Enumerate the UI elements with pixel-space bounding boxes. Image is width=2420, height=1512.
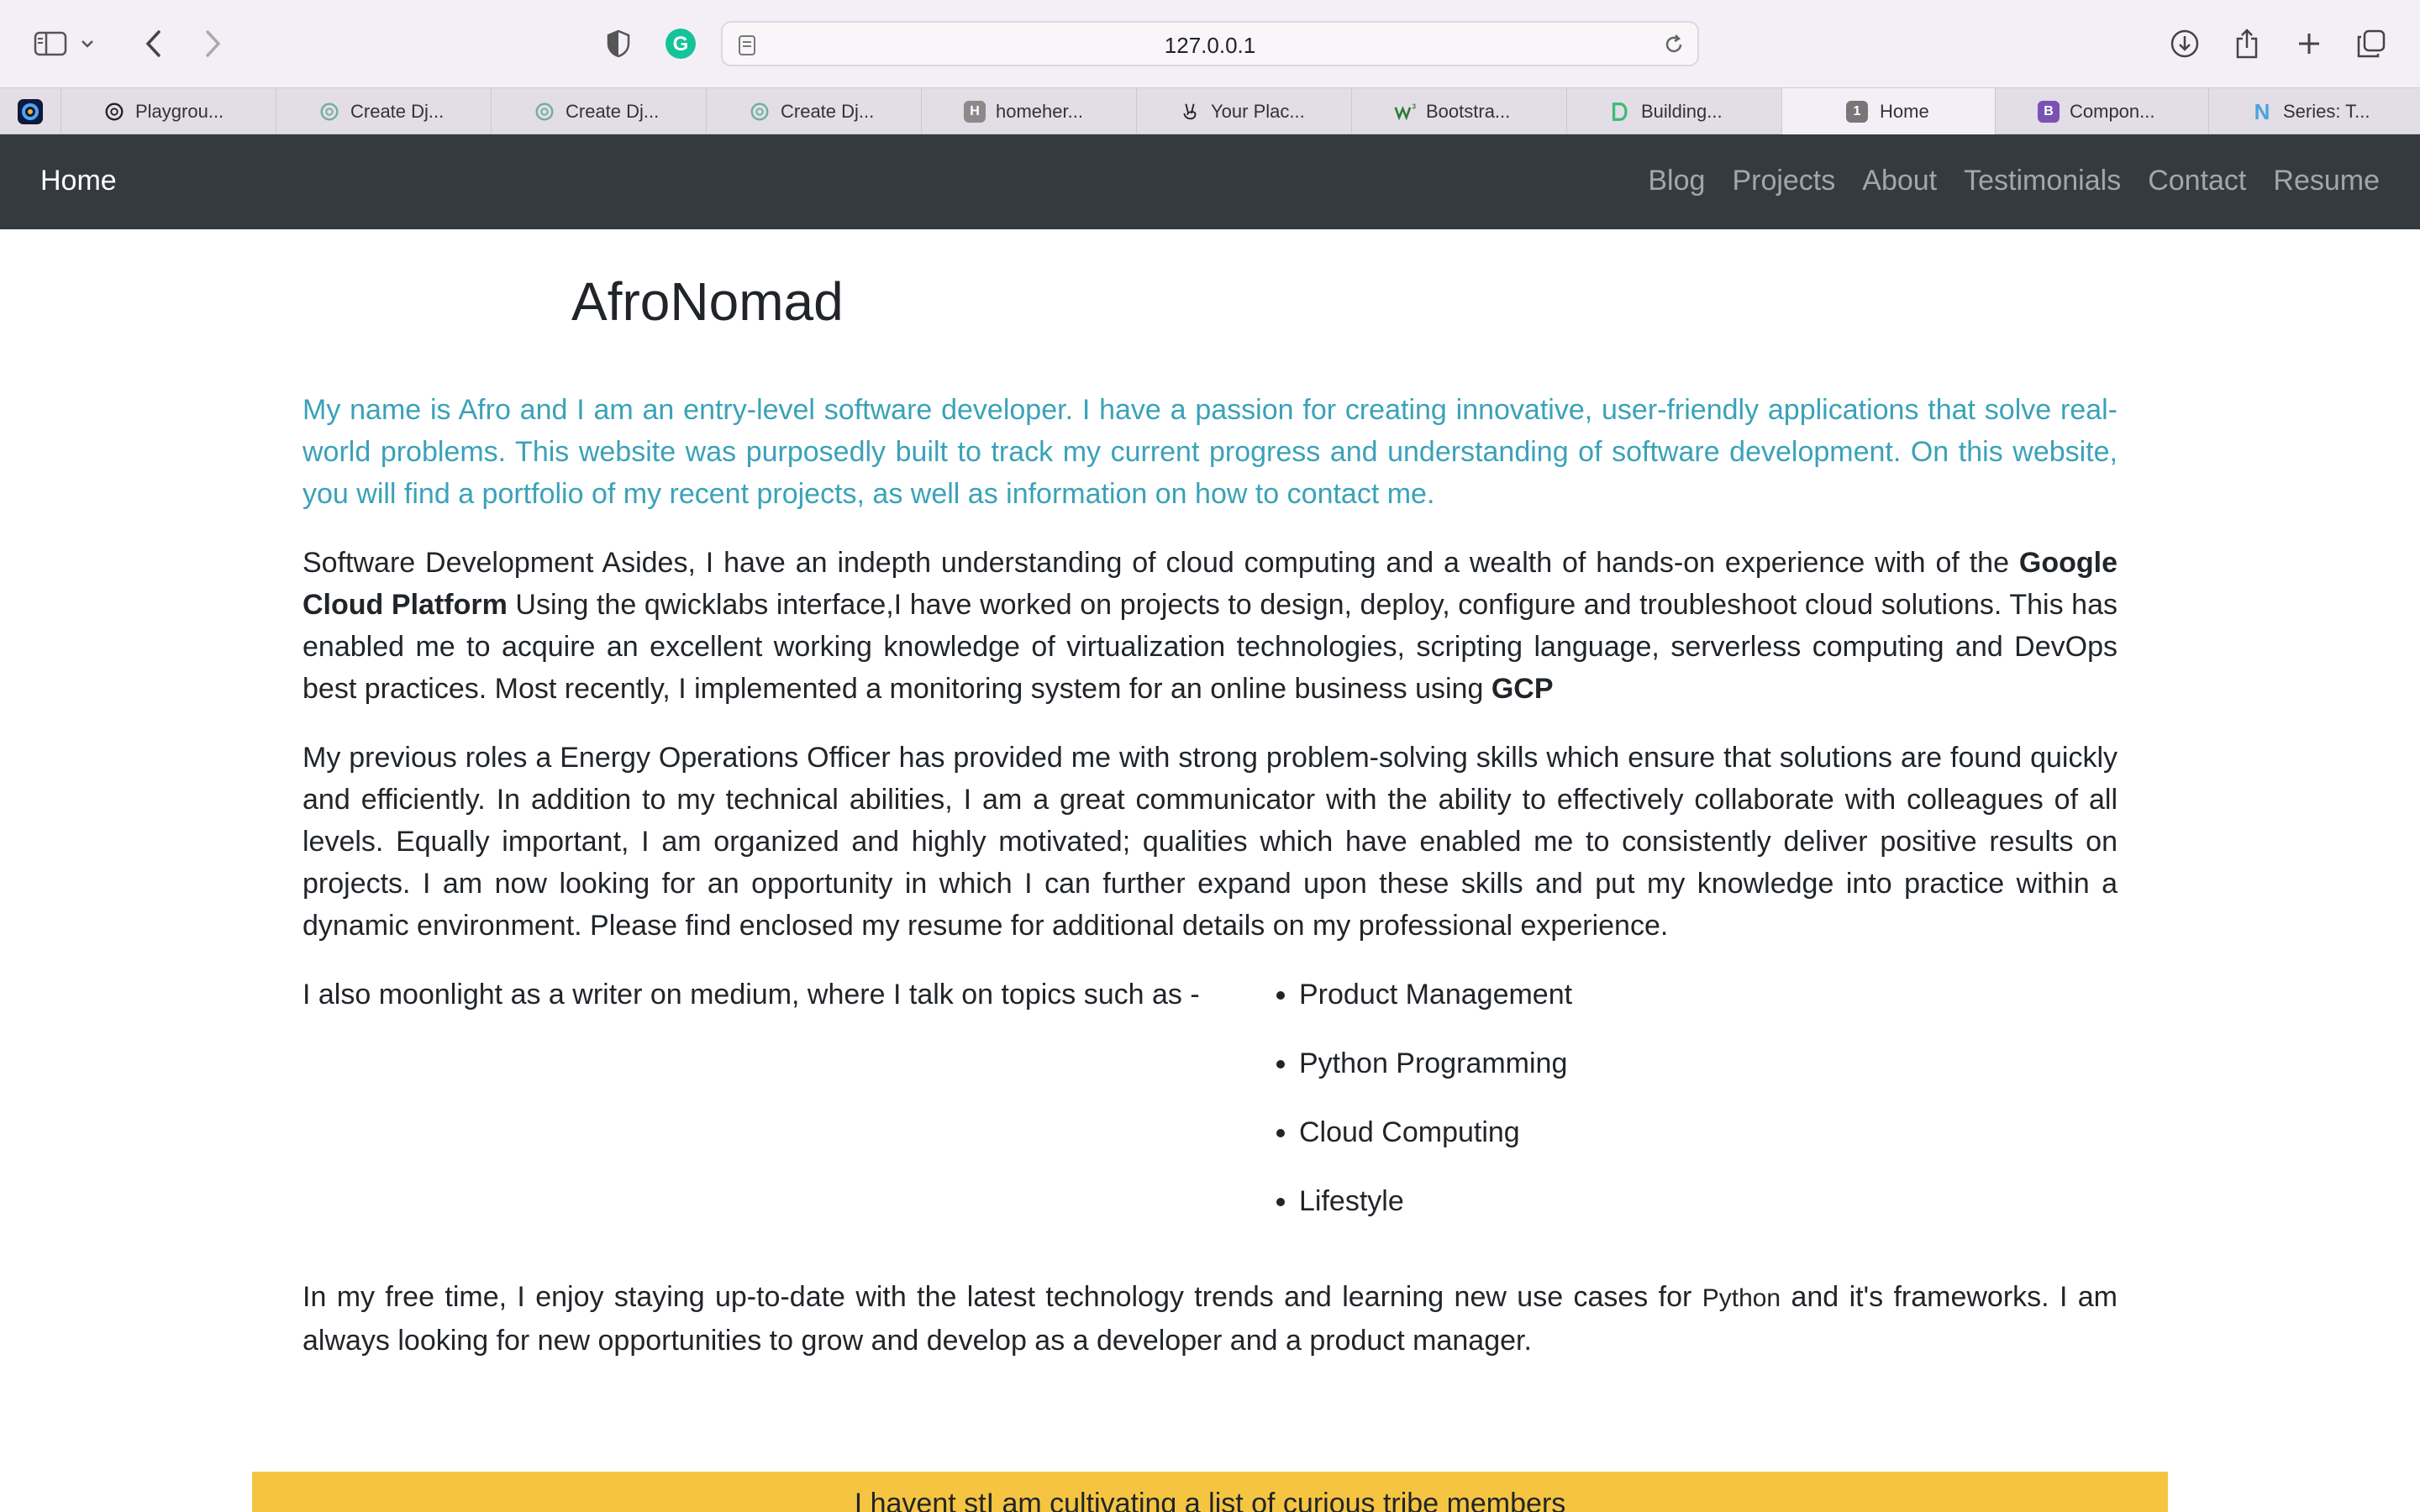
- tab-series[interactable]: N Series: T...: [2208, 88, 2420, 134]
- letter-h-icon: H: [964, 101, 986, 123]
- banner-text: I havent stI am cultivating a list of cu…: [854, 1488, 1566, 1512]
- pinned-tab[interactable]: [0, 88, 60, 134]
- reload-icon[interactable]: [1662, 33, 1686, 56]
- free-time-text-1: In my free time, I enjoy staying up-to-d…: [302, 1281, 1702, 1313]
- chatgpt-icon: [320, 102, 339, 121]
- tab-label: Playgrou...: [135, 100, 224, 122]
- d-icon: [1612, 102, 1628, 121]
- gcp-bold: GCP: [1491, 673, 1554, 705]
- privacy-shield-button[interactable]: [592, 18, 645, 69]
- intro-paragraph: My name is Afro and I am an entry-level …: [302, 394, 2118, 510]
- nav-link-blog[interactable]: Blog: [1648, 165, 1705, 197]
- bootstrap-icon: B: [2038, 101, 2060, 123]
- download-icon: [2170, 29, 2199, 58]
- tab-components[interactable]: B Compon...: [1995, 88, 2208, 134]
- chevron-right-icon: [206, 30, 221, 57]
- chatgpt-icon: [535, 102, 554, 121]
- nav-link-testimonials[interactable]: Testimonials: [1964, 165, 2121, 197]
- tab-homeher[interactable]: H homeher...: [921, 88, 1136, 134]
- tab-building[interactable]: Building...: [1566, 88, 1781, 134]
- sidebar-toggle-button[interactable]: [24, 18, 77, 69]
- nav-link-about[interactable]: About: [1862, 165, 1937, 197]
- tab-create-dj-2[interactable]: Create Dj...: [491, 88, 706, 134]
- page-title: AfroNomad: [571, 271, 844, 332]
- tab-label: Home: [1880, 100, 1929, 122]
- shield-icon: [607, 29, 630, 58]
- angellist-icon: [1183, 103, 1197, 120]
- plus-icon: [2299, 34, 2319, 54]
- tab-label: Create Dj...: [781, 100, 875, 122]
- python-code-word: Python: [1702, 1284, 1781, 1312]
- pinned-app-icon: [18, 98, 43, 124]
- share-button[interactable]: [2220, 18, 2274, 69]
- url-text: 127.0.0.1: [1164, 33, 1256, 58]
- sidebar-icon: [34, 31, 67, 56]
- nav-link-projects[interactable]: Projects: [1732, 165, 1835, 197]
- sidebar-menu-chevron[interactable]: [72, 18, 103, 69]
- browser-toolbar: G 127.0.0.1: [0, 0, 2420, 87]
- chatgpt-icon: [750, 102, 769, 121]
- tab-overview-button[interactable]: [2344, 18, 2398, 69]
- back-button[interactable]: [126, 18, 180, 69]
- navbar-brand-home[interactable]: Home: [40, 165, 117, 197]
- address-bar[interactable]: 127.0.0.1: [721, 21, 1699, 66]
- share-icon: [2236, 29, 2258, 59]
- tab-label: Building...: [1641, 100, 1723, 122]
- tab-create-dj-3[interactable]: Create Dj...: [706, 88, 921, 134]
- chevron-down-icon: [82, 40, 93, 48]
- svg-text:3: 3: [1413, 103, 1416, 111]
- tab-label: Bootstra...: [1426, 100, 1511, 122]
- n-icon: N: [2254, 98, 2270, 124]
- tab-your-place[interactable]: Your Plac...: [1136, 88, 1351, 134]
- nav-links: Blog Projects About Testimonials Contact…: [1648, 165, 2380, 197]
- openai-icon: [105, 102, 124, 121]
- cloud-text-2: Using the qwicklabs interface,I have wor…: [302, 589, 2118, 705]
- topics-list: Product Management Python Programming Cl…: [1260, 974, 1572, 1249]
- tab-label: homeher...: [996, 100, 1083, 122]
- downloads-button[interactable]: [2158, 18, 2212, 69]
- tab-label: Your Plac...: [1211, 100, 1305, 122]
- tab-playground[interactable]: Playgrou...: [60, 88, 276, 134]
- list-item: Cloud Computing: [1299, 1111, 1572, 1153]
- main-content: My name is Afro and I am an entry-level …: [302, 389, 2118, 1389]
- tab-create-dj-1[interactable]: Create Dj...: [276, 88, 491, 134]
- free-time-paragraph: In my free time, I enjoy staying up-to-d…: [302, 1276, 2118, 1362]
- tab-label: Create Dj...: [350, 100, 445, 122]
- list-item: Python Programming: [1299, 1042, 1572, 1084]
- svg-text:G: G: [673, 33, 689, 55]
- grammarly-extension-button[interactable]: G: [654, 18, 708, 69]
- chevron-left-icon: [145, 30, 160, 57]
- previous-roles-paragraph: My previous roles a Energy Operations Of…: [302, 742, 2118, 942]
- list-item: Product Management: [1299, 974, 1572, 1016]
- forward-button[interactable]: [187, 18, 240, 69]
- number-1-icon: 1: [1846, 101, 1868, 123]
- new-tab-button[interactable]: [2282, 18, 2336, 69]
- topics-intro: I also moonlight as a writer on medium, …: [302, 979, 1200, 1011]
- cloud-text-1: Software Development Asides, I have an i…: [302, 547, 2019, 579]
- tab-overview-icon: [2357, 29, 2386, 58]
- site-navbar: Home Blog Projects About Testimonials Co…: [0, 134, 2420, 229]
- tab-home[interactable]: 1 Home: [1781, 88, 1995, 134]
- grammarly-icon: G: [666, 29, 696, 59]
- tab-bootstrap-w3[interactable]: 3 Bootstra...: [1351, 88, 1566, 134]
- tab-bar: Playgrou... Create Dj... Create Dj... Cr…: [0, 87, 2420, 134]
- topics-section: I also moonlight as a writer on medium, …: [302, 974, 2118, 1249]
- newsletter-banner: I havent stI am cultivating a list of cu…: [252, 1472, 2168, 1512]
- tab-label: Series: T...: [2283, 100, 2370, 122]
- cloud-paragraph: Software Development Asides, I have an i…: [302, 542, 2118, 710]
- tab-label: Compon...: [2070, 100, 2155, 122]
- nav-link-resume[interactable]: Resume: [2273, 165, 2380, 197]
- list-item: Lifestyle: [1299, 1180, 1572, 1222]
- nav-link-contact[interactable]: Contact: [2148, 165, 2246, 197]
- tab-label: Create Dj...: [566, 100, 660, 122]
- w3-icon: 3: [1394, 103, 1416, 121]
